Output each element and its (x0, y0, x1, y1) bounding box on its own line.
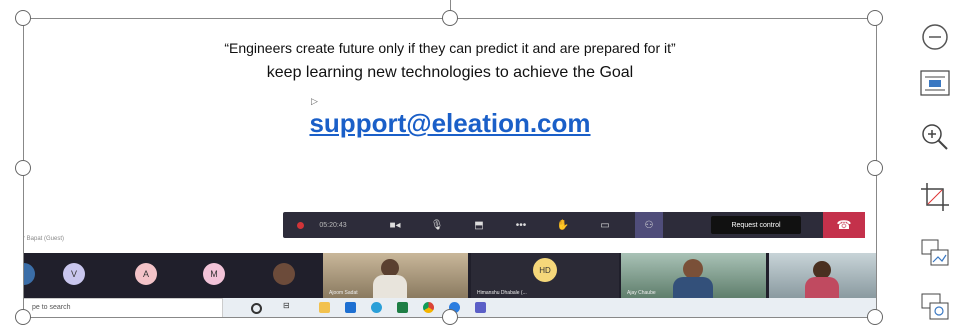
video-tile-name: Himanshu Dhabale (... (477, 290, 527, 296)
replace-image-icon[interactable] (912, 236, 958, 270)
guest-label: r Bapat (Guest) (23, 236, 65, 242)
record-icon (293, 212, 307, 238)
resize-handle-bottom-right[interactable] (867, 309, 883, 325)
mouse-cursor-icon: ▷ (311, 96, 318, 106)
video-tile-name: Ajoom Sadat (329, 290, 358, 296)
participant-avatar-m[interactable]: M (203, 263, 225, 285)
meeting-timer: 05:20:43 (319, 221, 347, 229)
slide-subline: keep learning new technologies to achiev… (266, 64, 634, 81)
hang-up-button[interactable]: ☎ (823, 212, 865, 238)
participant-avatar-photo[interactable] (273, 263, 295, 285)
more-options-icon[interactable]: ••• (509, 212, 533, 238)
meeting-toolbar: 05:20:43 ■◂ 🎙 ⬒ ••• ✋ ▭ ⚇ Request contro… (283, 212, 865, 238)
participants-icon[interactable]: ⚇ (635, 212, 663, 238)
cortana-icon[interactable] (251, 303, 262, 314)
file-explorer-icon[interactable] (319, 302, 330, 313)
microphone-icon[interactable]: 🎙 (425, 212, 449, 238)
participant-avatar-v[interactable]: V (63, 263, 85, 285)
chrome-icon[interactable] (423, 302, 434, 313)
participant-strip: V A M Ajoom Sadat HD Himanshu Dhabale (.… (23, 253, 877, 298)
raise-hand-icon[interactable]: ✋ (551, 212, 575, 238)
edge-icon[interactable] (371, 302, 382, 313)
camera-icon[interactable]: ■◂ (383, 212, 407, 238)
video-tile[interactable]: Ajoom Sadat (323, 253, 468, 298)
video-tile[interactable]: HD Himanshu Dhabale (... (471, 253, 619, 298)
layout-options-icon[interactable] (912, 66, 958, 100)
share-screen-icon[interactable]: ⬒ (467, 212, 491, 238)
video-tile[interactable] (769, 253, 877, 298)
resize-handle-bottom-left[interactable] (15, 309, 31, 325)
mail-icon[interactable] (345, 302, 356, 313)
request-control-button[interactable]: Request control (711, 216, 801, 234)
alt-text-icon[interactable] (912, 290, 958, 324)
slide-quote: “Engineers create future only if they ca… (224, 40, 676, 56)
participant-avatar-a[interactable]: A (135, 263, 157, 285)
avatar (23, 263, 35, 285)
teams-icon[interactable] (475, 302, 486, 313)
resize-handle-middle-left[interactable] (15, 160, 31, 176)
video-tile-name: Ajay Chaube (627, 290, 656, 296)
participant-initials: HD (533, 258, 557, 282)
slide-image[interactable]: “Engineers create future only if they ca… (23, 18, 877, 318)
crop-icon[interactable] (912, 180, 958, 214)
resize-handle-top-right[interactable] (867, 10, 883, 26)
resize-handle-top-left[interactable] (15, 10, 31, 26)
resize-handle-bottom-center[interactable] (442, 309, 458, 325)
resize-handle-middle-right[interactable] (867, 160, 883, 176)
task-view-icon[interactable]: ⊟ (283, 301, 294, 312)
video-tile[interactable]: Ajay Chaube (621, 253, 766, 298)
minus-circle-icon[interactable] (912, 20, 958, 54)
excel-icon[interactable] (397, 302, 408, 313)
taskbar-search-input[interactable]: pe to search (23, 298, 223, 318)
zoom-in-icon[interactable] (912, 120, 958, 154)
support-email-link[interactable]: support@eleation.com (23, 108, 877, 139)
resize-handle-top-center[interactable] (442, 10, 458, 26)
chat-icon[interactable]: ▭ (593, 212, 617, 238)
